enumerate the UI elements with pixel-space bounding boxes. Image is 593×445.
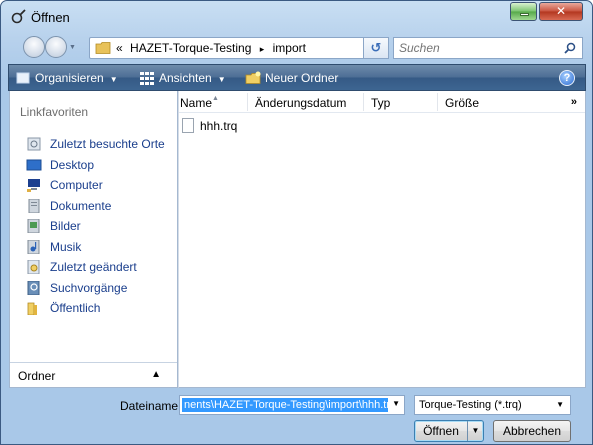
sidebar-item-music[interactable]: Musik bbox=[26, 238, 81, 256]
column-divider[interactable] bbox=[247, 93, 248, 111]
sidebar-item-label: Dokumente bbox=[50, 199, 112, 213]
column-divider[interactable] bbox=[437, 93, 438, 111]
back-button[interactable] bbox=[23, 36, 45, 58]
column-header-size[interactable]: Größe bbox=[445, 96, 479, 110]
title-bar[interactable]: Öffnen ✕ bbox=[1, 1, 592, 31]
minimize-icon bbox=[520, 13, 529, 16]
refresh-icon: ↺ bbox=[370, 40, 382, 55]
sidebar-item-computer[interactable]: Computer bbox=[26, 176, 103, 194]
column-header-name[interactable]: ▲ Name bbox=[180, 95, 219, 110]
organize-label: Organisieren bbox=[35, 71, 104, 85]
open-dialog-icon bbox=[11, 9, 26, 24]
search-icon[interactable] bbox=[564, 42, 576, 54]
open-options-dropdown-icon[interactable]: ▼ bbox=[467, 421, 483, 441]
list-item[interactable]: hhh.trq bbox=[182, 117, 237, 135]
filetype-value: Torque-Testing (*.trq) bbox=[419, 399, 522, 411]
recent-places-icon bbox=[27, 137, 41, 151]
command-toolbar: Organisieren ▼ Ansichten ▼ Neuer Ordner ? bbox=[8, 64, 586, 91]
breadcrumb-item-import[interactable]: import bbox=[273, 41, 306, 55]
filename-dropdown-icon[interactable]: ▼ bbox=[392, 399, 400, 408]
search-box[interactable] bbox=[393, 37, 583, 59]
folder-icon bbox=[95, 42, 111, 54]
sidebar-item-label: Musik bbox=[50, 240, 82, 254]
sidebar-item-label: Desktop bbox=[50, 158, 95, 172]
breadcrumb-separator[interactable]: ▸ bbox=[260, 44, 265, 54]
close-icon: ✕ bbox=[555, 4, 567, 18]
address-bar[interactable]: « HAZET-Torque-Testing ▸ import ▼ bbox=[89, 37, 385, 59]
open-label: Öffnen bbox=[423, 424, 459, 438]
sidebar-item-desktop[interactable]: Desktop bbox=[26, 156, 94, 174]
sidebar-item-label: Öffentlich bbox=[50, 301, 101, 315]
file-icon bbox=[182, 118, 194, 133]
views-label: Ansichten bbox=[159, 71, 212, 85]
sidebar-item-documents[interactable]: Dokumente bbox=[26, 197, 111, 215]
filename-value[interactable]: nents\HAZET-Torque-Testing\import\hhh.tr… bbox=[182, 398, 388, 412]
more-columns-button[interactable]: » bbox=[571, 96, 577, 108]
breadcrumb: « HAZET-Torque-Testing ▸ import bbox=[116, 41, 306, 55]
navigation-buttons: ▼ bbox=[23, 34, 81, 60]
navigation-pane: Linkfavoriten Zuletzt besuchte Orte Desk… bbox=[9, 91, 178, 388]
breadcrumb-item-hazet[interactable]: HAZET-Torque-Testing bbox=[130, 41, 251, 55]
cancel-button[interactable]: Abbrechen bbox=[493, 420, 571, 442]
pictures-icon bbox=[27, 219, 40, 233]
chevron-down-icon: ▼ bbox=[556, 400, 564, 409]
folders-label: Ordner bbox=[18, 369, 56, 383]
chevron-down-icon: ▼ bbox=[217, 75, 226, 84]
column-header-date[interactable]: Änderungsdatum bbox=[255, 96, 346, 110]
sidebar-item-searches[interactable]: Suchvorgänge bbox=[26, 279, 127, 297]
breadcrumb-overflow[interactable]: « bbox=[116, 41, 123, 55]
favorites-heading: Linkfavoriten bbox=[20, 105, 89, 119]
sidebar-item-public[interactable]: Öffentlich bbox=[26, 299, 100, 317]
sort-ascending-icon: ▲ bbox=[212, 95, 219, 102]
chevron-up-icon: ▲ bbox=[151, 369, 161, 380]
recently-changed-icon bbox=[27, 260, 40, 274]
new-folder-icon bbox=[245, 71, 261, 84]
sidebar-item-label: Bilder bbox=[50, 219, 81, 233]
sidebar-item-label: Suchvorgänge bbox=[50, 281, 128, 295]
filetype-select[interactable]: Torque-Testing (*.trq) ▼ bbox=[414, 395, 571, 415]
views-icon bbox=[140, 72, 154, 85]
column-header-row: ▲ Name Änderungsdatum Typ Größe » bbox=[179, 91, 585, 113]
searches-icon bbox=[27, 281, 40, 295]
organize-menu-button[interactable]: Organisieren ▼ bbox=[15, 69, 118, 87]
open-button[interactable]: Öffnen ▼ bbox=[414, 420, 484, 442]
help-icon[interactable]: ? bbox=[559, 70, 575, 86]
minimize-button[interactable] bbox=[510, 2, 537, 21]
sidebar-item-label: Zuletzt besuchte Orte bbox=[50, 137, 165, 151]
sidebar-item-recent-places[interactable]: Zuletzt besuchte Orte bbox=[26, 135, 165, 153]
sidebar-item-label: Zuletzt geändert bbox=[50, 260, 137, 274]
music-icon bbox=[27, 240, 40, 254]
filename-field[interactable]: nents\HAZET-Torque-Testing\import\hhh.tr… bbox=[179, 395, 405, 415]
views-menu-button[interactable]: Ansichten ▼ bbox=[139, 69, 226, 87]
folders-toggle[interactable]: Ordner ▲ bbox=[10, 362, 177, 387]
desktop-icon bbox=[26, 159, 42, 171]
filename-label: Dateiname: bbox=[120, 399, 182, 413]
file-name: hhh.trq bbox=[200, 119, 238, 133]
organize-icon bbox=[16, 72, 30, 84]
column-divider[interactable] bbox=[363, 93, 364, 111]
file-list: ▲ Name Änderungsdatum Typ Größe » hhh.tr… bbox=[178, 91, 586, 388]
column-header-type[interactable]: Typ bbox=[371, 96, 390, 110]
forward-button[interactable] bbox=[45, 36, 67, 58]
new-folder-label: Neuer Ordner bbox=[265, 71, 339, 85]
sidebar-item-label: Computer bbox=[50, 178, 103, 192]
chevron-down-icon: ▼ bbox=[109, 75, 118, 84]
window-title: Öffnen bbox=[31, 10, 70, 25]
documents-icon bbox=[28, 199, 40, 213]
refresh-button[interactable]: ↺ bbox=[363, 37, 389, 59]
recent-pages-dropdown-icon[interactable]: ▼ bbox=[69, 44, 76, 51]
close-button[interactable]: ✕ bbox=[539, 2, 583, 21]
new-folder-button[interactable]: Neuer Ordner bbox=[245, 69, 338, 87]
computer-icon bbox=[27, 179, 40, 192]
search-input[interactable] bbox=[399, 41, 554, 55]
open-file-dialog: Öffnen ✕ ▼ « HAZET-Torque-Testing ▸ impo… bbox=[0, 0, 593, 445]
sidebar-item-pictures[interactable]: Bilder bbox=[26, 217, 81, 235]
public-folder-icon bbox=[27, 302, 37, 315]
sidebar-item-recently-changed[interactable]: Zuletzt geändert bbox=[26, 258, 137, 276]
